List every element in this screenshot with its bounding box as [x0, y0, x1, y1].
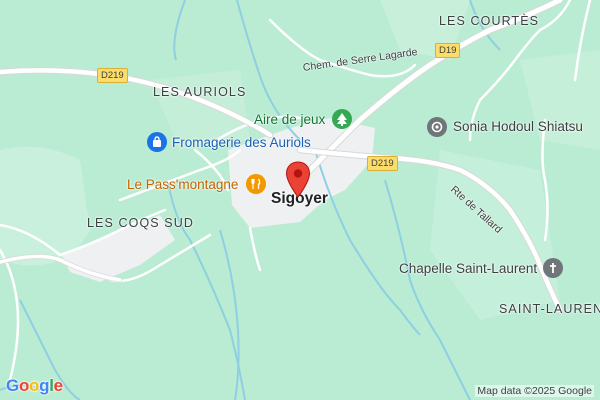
location-pin-icon[interactable]: [285, 161, 311, 199]
poi-label-aire-de-jeux[interactable]: Aire de jeux: [254, 113, 325, 127]
poi-label-fromagerie[interactable]: Fromagerie des Auriols: [172, 136, 311, 150]
poi-label-sonia-hodoul-shiatsu[interactable]: Sonia Hodoul Shiatsu: [453, 120, 583, 134]
road-shield-d219-right: D219: [367, 156, 398, 171]
map-view[interactable]: LES COURTÈS LES AURIOLS LES COQS SUD SAI…: [0, 0, 600, 400]
spa-icon[interactable]: [427, 117, 447, 137]
logo-letter-g: G: [6, 376, 19, 395]
tree-icon[interactable]: [332, 109, 352, 129]
road-shield-d19: D19: [435, 43, 461, 58]
place-label-les-courtes: LES COURTÈS: [439, 14, 540, 28]
shopping-bag-icon[interactable]: [147, 132, 167, 152]
restaurant-icon[interactable]: [246, 174, 266, 194]
logo-letter-o: o: [18, 376, 30, 395]
logo-letter-o: o: [29, 376, 40, 395]
logo-letter-e: e: [53, 376, 63, 395]
road-shield-d219-left: D219: [97, 68, 128, 83]
logo-letter-g: g: [39, 376, 50, 395]
place-label-les-auriols: LES AURIOLS: [153, 85, 247, 99]
place-label-saint-laurent: SAINT-LAUREN: [499, 302, 600, 316]
poi-label-pass-montagne[interactable]: Le Pass'montagne: [127, 178, 238, 192]
place-label-les-coqs-sud: LES COQS SUD: [87, 216, 194, 230]
poi-label-chapelle-saint-laurent[interactable]: Chapelle Saint-Laurent: [399, 262, 537, 276]
church-icon[interactable]: [543, 258, 563, 278]
google-logo: Google: [6, 376, 63, 396]
map-attribution[interactable]: Map data ©2025 Google: [475, 385, 594, 397]
